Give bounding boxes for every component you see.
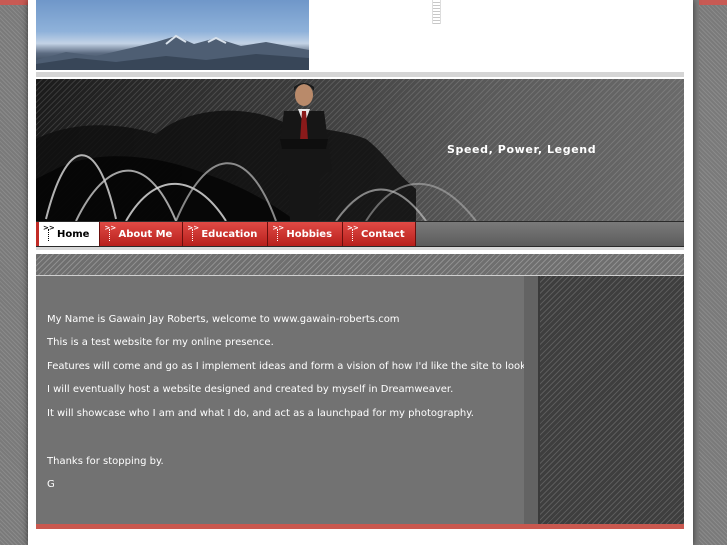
nav-marker-icon: >> <box>104 225 116 241</box>
banner-tagline: Speed, Power, Legend <box>447 143 597 156</box>
nav-marker-icon: >> <box>43 225 55 241</box>
nav-item-label: About Me <box>118 228 173 240</box>
intro-paragraph: It will showcase who I am and what I do,… <box>47 408 474 419</box>
nav-item-label: Education <box>201 228 258 240</box>
mountain-photo <box>36 0 309 70</box>
footer-accent-bar <box>36 524 684 529</box>
main-column: My Name is Gawain Jay Roberts, welcome t… <box>36 276 529 524</box>
nav-item-education[interactable]: >> Education <box>183 222 269 246</box>
nav-item-label: Hobbies <box>286 228 333 240</box>
header-banner: Speed, Power, Legend <box>36 79 684 221</box>
nav-marker-icon: >> <box>347 225 359 241</box>
main-navigation: >> Home >> About Me >> Education >> Hobb… <box>36 221 684 247</box>
left-background-stripe <box>0 0 28 545</box>
intro-paragraph: This is a test website for my online pre… <box>47 337 274 348</box>
right-background-stripe <box>699 0 727 545</box>
nav-marker-icon: >> <box>272 225 284 241</box>
nav-divider <box>36 247 684 250</box>
nav-item-home[interactable]: >> Home <box>36 222 101 246</box>
nav-item-contact[interactable]: >> Contact <box>343 222 416 246</box>
nav-item-about-me[interactable]: >> About Me <box>100 222 184 246</box>
page-container: Speed, Power, Legend >> Home >> About Me… <box>28 0 693 545</box>
intro-paragraph: My Name is Gawain Jay Roberts, welcome t… <box>47 314 400 325</box>
nav-marker-icon: >> <box>187 225 199 241</box>
closing-paragraph: Thanks for stopping by. <box>47 456 164 467</box>
signature-initial: G <box>47 479 55 490</box>
nav-item-hobbies[interactable]: >> Hobbies <box>268 222 344 246</box>
nav-item-label: Contact <box>361 228 405 240</box>
scrollbar-grip[interactable] <box>432 0 441 24</box>
intro-paragraph: Features will come and go as I implement… <box>47 361 530 372</box>
sidebar-column <box>540 276 684 524</box>
content-header-band <box>36 254 684 276</box>
content-area: My Name is Gawain Jay Roberts, welcome t… <box>36 276 684 524</box>
header-divider <box>36 72 684 77</box>
intro-paragraph: I will eventually host a website designe… <box>47 384 454 395</box>
column-divider <box>524 276 540 524</box>
nav-item-label: Home <box>57 228 90 240</box>
